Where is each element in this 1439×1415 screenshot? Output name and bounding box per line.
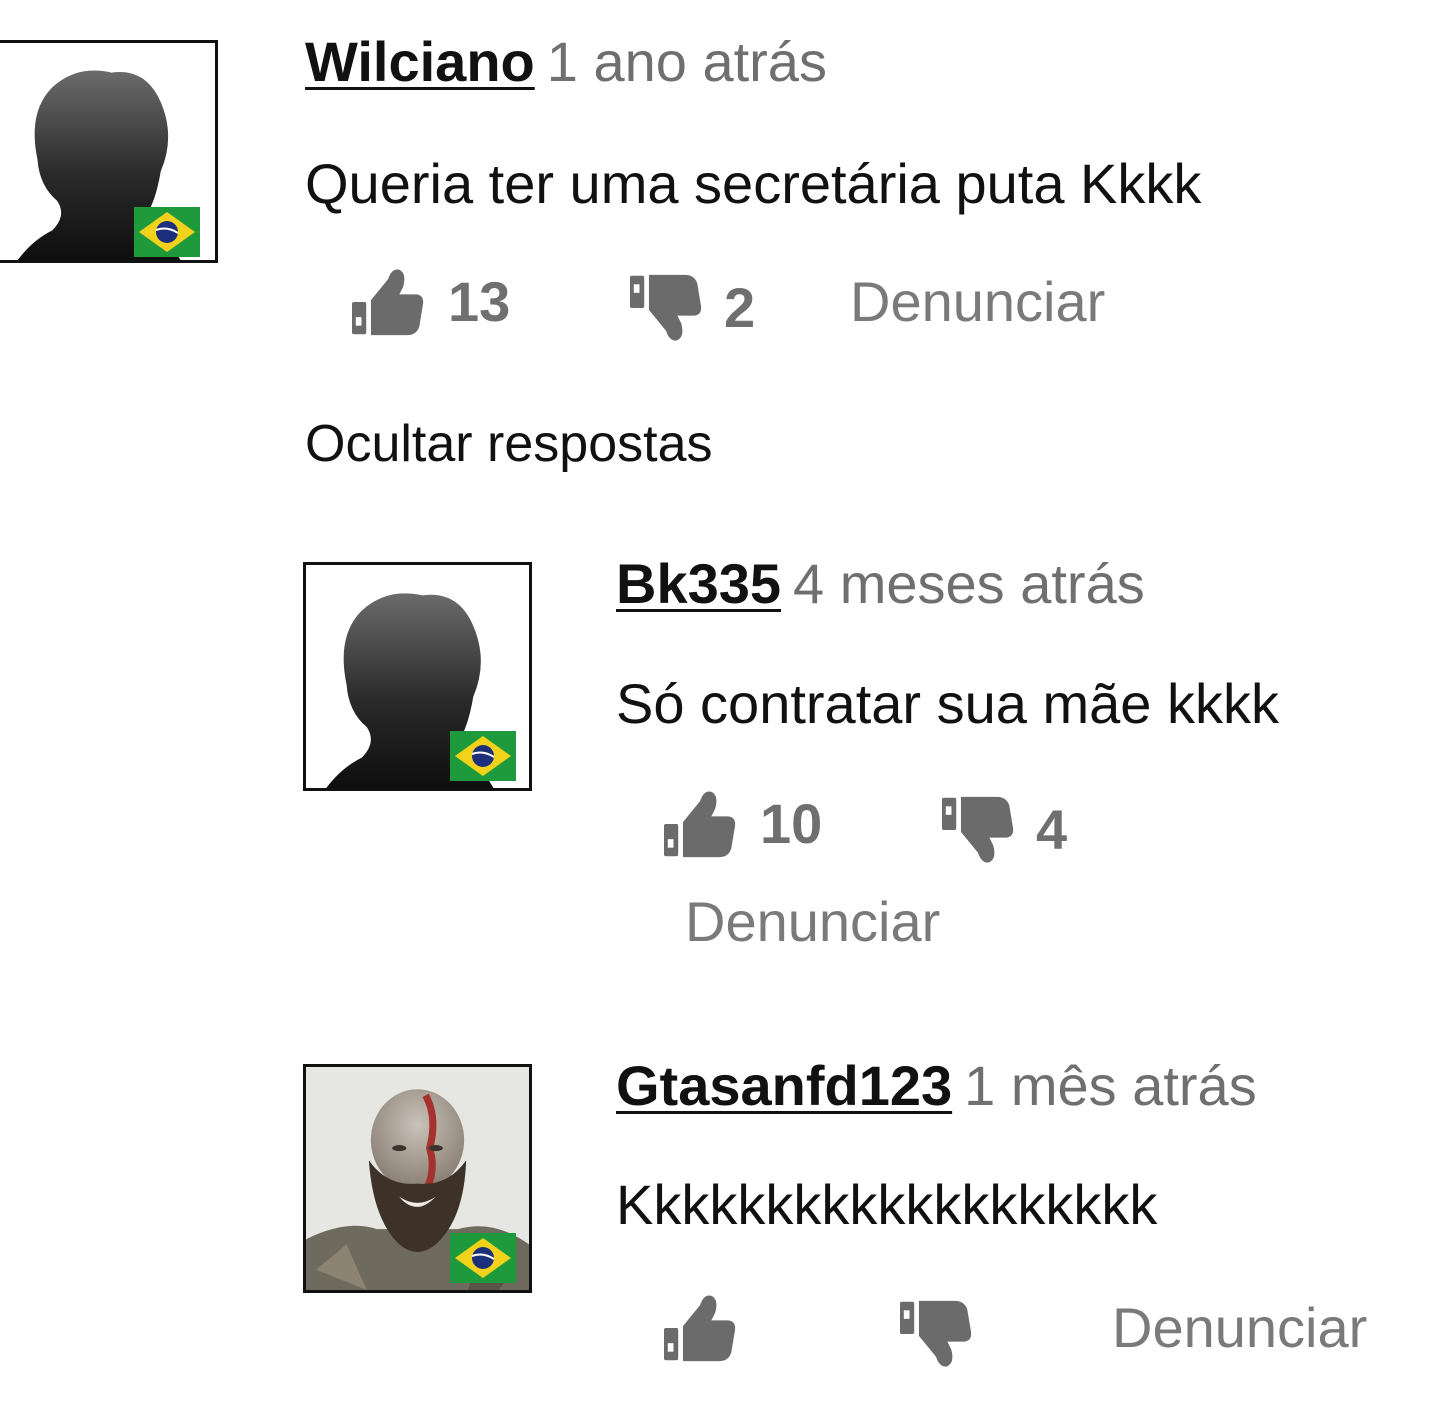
comment-text: Kkkkkkkkkkkkkkkkkkk <box>616 1173 1158 1236</box>
like-button[interactable]: 13 <box>350 266 510 338</box>
comment-text: Queria ter uma secretária puta Kkkk <box>305 152 1202 215</box>
username-link[interactable]: Wilciano <box>305 30 535 93</box>
brazil-flag-icon <box>450 1233 516 1283</box>
comment-text: Só contratar sua mãe kkkk <box>616 672 1279 735</box>
dislike-count: 4 <box>1036 798 1068 861</box>
comment: Wilciano 1 ano atrás Queria ter uma secre… <box>0 0 1439 500</box>
avatar[interactable] <box>0 40 218 263</box>
brazil-flag-icon <box>450 731 516 781</box>
report-link[interactable]: Denunciar <box>685 890 940 954</box>
hide-replies-link[interactable]: Ocultar respostas <box>305 414 713 474</box>
report-link[interactable]: Denunciar <box>850 270 1105 334</box>
dislike-count: 2 <box>724 276 756 339</box>
brazil-flag-icon <box>134 207 200 257</box>
thumbs-down-icon <box>940 794 1016 866</box>
thumbs-down-icon <box>898 1298 974 1370</box>
avatar[interactable] <box>303 562 532 791</box>
comment-header: Wilciano 1 ano atrás <box>305 30 827 94</box>
dislike-button[interactable]: 2 <box>628 272 755 344</box>
report-link[interactable]: Denunciar <box>1112 1296 1367 1360</box>
thumbs-up-icon <box>662 1292 738 1364</box>
avatar[interactable] <box>303 1064 532 1293</box>
timestamp: 1 ano atrás <box>546 30 827 93</box>
username-link[interactable]: Bk335 <box>616 552 781 615</box>
like-button[interactable] <box>662 1292 738 1364</box>
thumbs-down-icon <box>628 272 704 344</box>
timestamp: 1 mês atrás <box>964 1054 1257 1117</box>
username-link[interactable]: Gtasanfd123 <box>616 1054 952 1117</box>
thumbs-up-icon <box>350 266 426 338</box>
dislike-button[interactable] <box>898 1298 974 1370</box>
like-button[interactable]: 10 <box>662 788 822 860</box>
like-count: 13 <box>448 270 511 333</box>
like-count: 10 <box>760 792 823 855</box>
timestamp: 4 meses atrás <box>793 552 1145 615</box>
comment-header: Gtasanfd123 1 mês atrás <box>616 1054 1257 1118</box>
thumbs-up-icon <box>662 788 738 860</box>
comment-header: Bk335 4 meses atrás <box>616 552 1145 616</box>
dislike-button[interactable]: 4 <box>940 794 1067 866</box>
